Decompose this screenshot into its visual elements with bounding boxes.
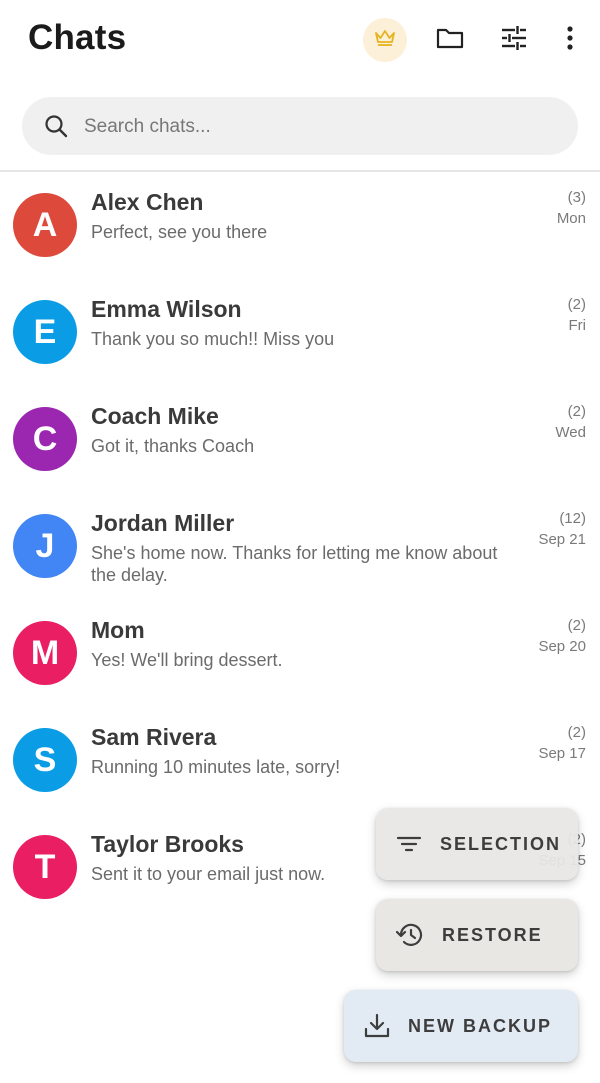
message-preview: Running 10 minutes late, sorry!	[91, 757, 341, 777]
message-date: Sep 21	[538, 531, 586, 548]
contact-name: Sam Rivera	[91, 724, 217, 750]
chat-row[interactable]: C Coach Mike Got it, thanks Coach (2) We…	[0, 386, 600, 493]
avatar: C	[13, 407, 77, 471]
chat-row[interactable]: E Emma Wilson Thank you so much!! Miss y…	[0, 279, 600, 386]
app-header: Chats	[0, 0, 600, 82]
message-date: Fri	[568, 317, 587, 334]
more-options-button[interactable]	[548, 18, 592, 62]
message-count: (2)	[567, 724, 586, 741]
message-preview: Yes! We'll bring dessert.	[91, 650, 283, 670]
crown-icon	[374, 29, 396, 52]
message-date: Wed	[555, 424, 586, 441]
message-count: (2)	[567, 403, 586, 420]
message-count: (12)	[559, 510, 586, 527]
selection-label: SELECTION	[440, 833, 562, 854]
message-preview: She's home now. Thanks for letting me kn…	[91, 543, 498, 585]
message-count: (2)	[567, 617, 586, 634]
avatar: S	[13, 728, 77, 792]
avatar: T	[13, 835, 77, 899]
filter-list-icon	[396, 835, 422, 853]
message-preview: Got it, thanks Coach	[91, 436, 255, 456]
selection-button[interactable]: SELECTION	[376, 808, 578, 880]
contact-name: Emma Wilson	[91, 296, 242, 322]
contact-name: Alex Chen	[91, 189, 204, 215]
filter-settings-button[interactable]	[492, 18, 536, 62]
message-date: Mon	[556, 210, 586, 227]
message-count: (2)	[567, 296, 586, 313]
more-vert-icon	[566, 25, 574, 55]
search-input[interactable]	[82, 107, 556, 147]
chat-row[interactable]: S Sam Rivera Running 10 minutes late, so…	[0, 707, 600, 814]
chat-row[interactable]: A Alex Chen Perfect, see you there (3) M…	[0, 172, 600, 279]
search-icon	[44, 114, 68, 143]
message-count: (3)	[567, 189, 586, 206]
avatar: J	[13, 514, 77, 578]
premium-button[interactable]	[363, 18, 407, 62]
restore-button[interactable]: RESTORE	[376, 899, 578, 971]
chat-row[interactable]: J Jordan Miller She's home now. Thanks f…	[0, 493, 600, 600]
contact-name: Taylor Brooks	[91, 831, 244, 857]
new-backup-button[interactable]: NEW BACKUP	[344, 990, 578, 1062]
page-title: Chats	[28, 18, 127, 57]
avatar: A	[13, 193, 77, 257]
contact-name: Coach Mike	[91, 403, 219, 429]
search-bar[interactable]	[22, 97, 578, 155]
message-preview: Perfect, see you there	[91, 222, 268, 242]
folder-icon	[436, 27, 464, 54]
new-backup-label: NEW BACKUP	[408, 1015, 552, 1036]
chat-row[interactable]: M Mom Yes! We'll bring dessert. (2) Sep …	[0, 600, 600, 707]
history-icon	[396, 922, 424, 948]
message-date: Sep 17	[538, 745, 586, 762]
download-icon	[364, 1013, 390, 1039]
avatar: M	[13, 621, 77, 685]
message-date: Sep 20	[538, 638, 586, 655]
tune-icon	[501, 25, 527, 55]
contact-name: Mom	[91, 617, 145, 643]
avatar: E	[13, 300, 77, 364]
contact-name: Jordan Miller	[91, 510, 235, 536]
message-preview: Thank you so much!! Miss you	[91, 329, 335, 349]
folder-button[interactable]	[428, 18, 472, 62]
restore-label: RESTORE	[442, 924, 543, 945]
